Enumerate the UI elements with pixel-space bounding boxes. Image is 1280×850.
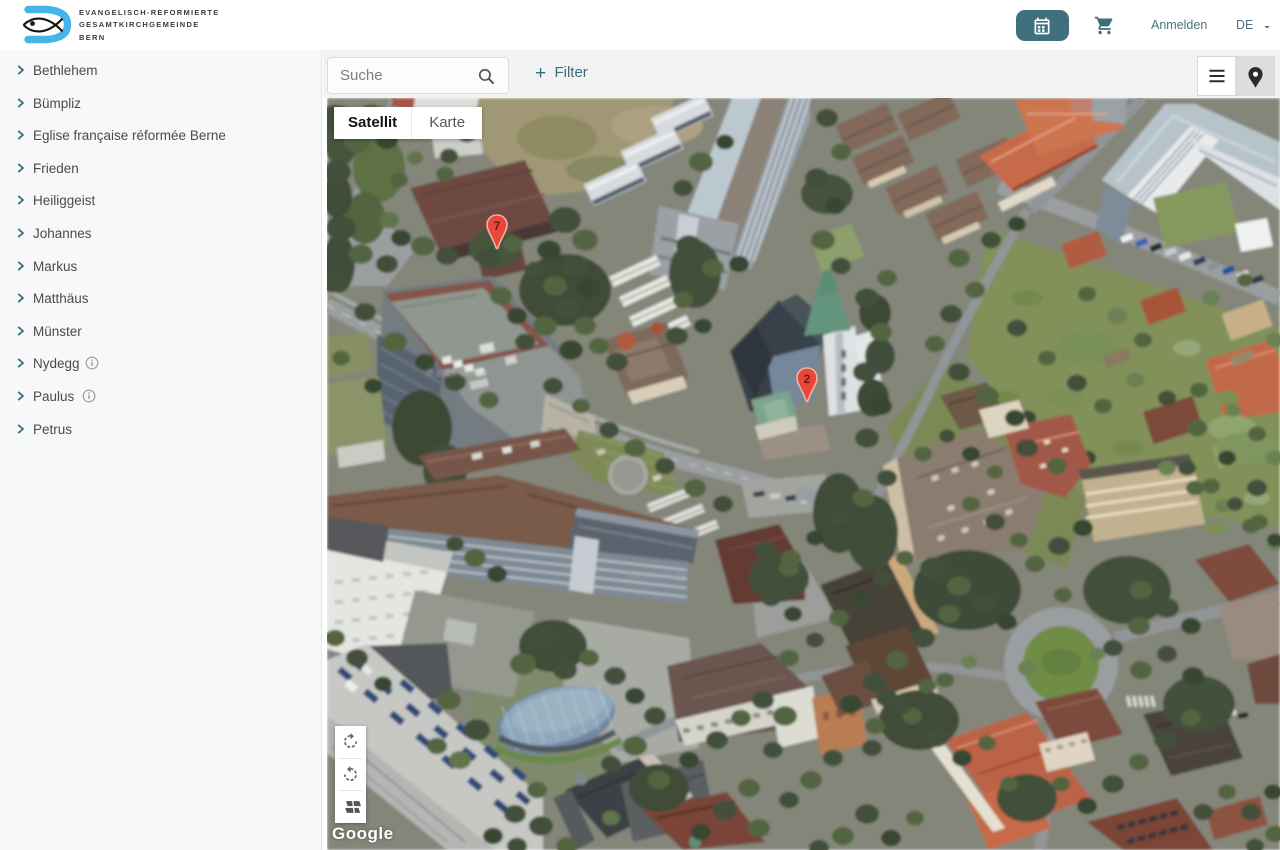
svg-text:© 2019 Google: © 2019 Google <box>627 570 688 580</box>
svg-text:© 2019 Google: © 2019 Google <box>427 368 488 378</box>
svg-text:7: 7 <box>494 219 501 233</box>
svg-text:2: 2 <box>804 372 811 386</box>
